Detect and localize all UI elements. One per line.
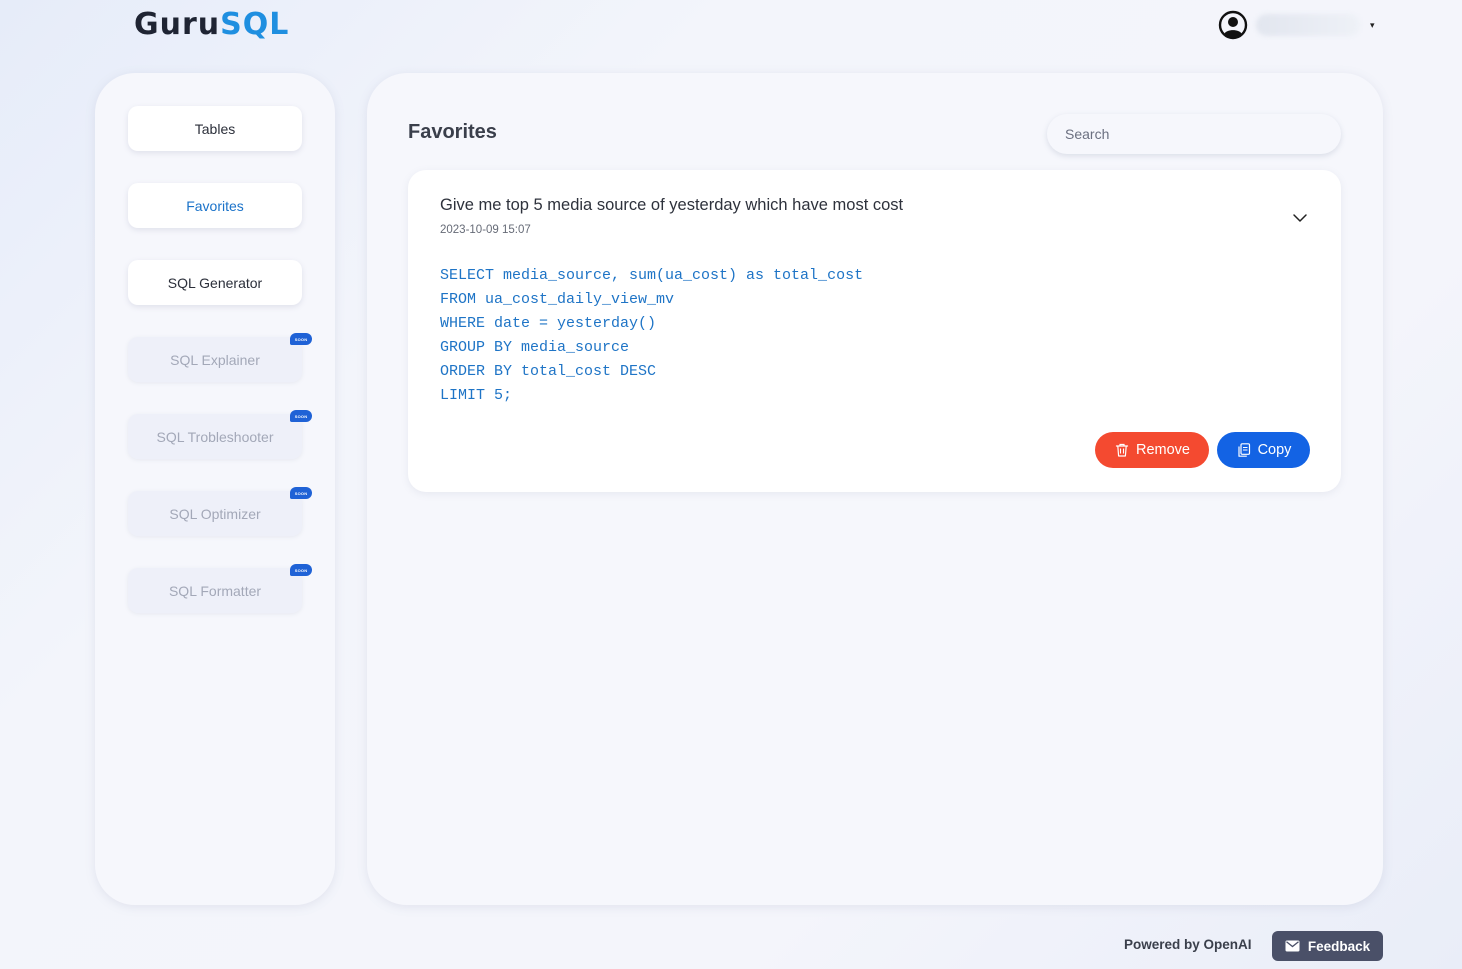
copy-button-label: Copy	[1257, 442, 1292, 458]
mail-icon	[1285, 940, 1300, 952]
user-menu[interactable]: ▾	[1218, 10, 1375, 40]
user-avatar-icon	[1218, 10, 1248, 40]
gurusql-logo[interactable]: GuruSQL	[134, 8, 289, 42]
page-title: Favorites	[408, 121, 497, 143]
logo-text-guru: Guru	[134, 7, 221, 42]
sidebar-item-sql-optimizer: SQL Optimizer SOON	[128, 487, 312, 536]
sidebar-item-tables[interactable]: Tables	[128, 106, 302, 151]
remove-button-label: Remove	[1136, 442, 1190, 458]
trash-icon	[1115, 443, 1129, 457]
sidebar-item-label: SQL Formatter	[168, 582, 262, 599]
sidebar-item-label: SQL Trobleshooter	[156, 428, 274, 445]
sidebar-item-sql-formatter: SQL Formatter SOON	[128, 564, 312, 613]
soon-badge: SOON	[290, 410, 312, 422]
sidebar-item-label: Favorites	[186, 197, 244, 214]
favorite-timestamp: 2023-10-09 15:07	[440, 224, 531, 236]
sidebar-item-sql-generator[interactable]: SQL Generator	[128, 260, 302, 305]
username-blurred	[1256, 14, 1360, 36]
sidebar-item-label: SQL Optimizer	[169, 505, 261, 522]
feedback-button-label: Feedback	[1307, 938, 1371, 954]
soon-badge: SOON	[290, 333, 312, 345]
chevron-down-icon: ▾	[1370, 19, 1375, 30]
copy-icon	[1237, 443, 1250, 457]
remove-button[interactable]: Remove	[1095, 432, 1209, 468]
sidebar-item-label: Tables	[194, 120, 236, 137]
main-panel: Favorites Give me top 5 media source of …	[367, 73, 1383, 905]
soon-badge: SOON	[290, 564, 312, 576]
favorite-question: Give me top 5 media source of yesterday …	[440, 196, 904, 214]
sidebar-item-favorites[interactable]: Favorites	[128, 183, 302, 228]
feedback-button[interactable]: Feedback	[1272, 931, 1383, 961]
sidebar-item-label: SQL Generator	[167, 274, 263, 291]
copy-button[interactable]: Copy	[1217, 432, 1310, 468]
sidebar-item-label: SQL Explainer	[170, 351, 260, 368]
logo-text-sql: SQL	[220, 7, 290, 42]
favorite-card: Give me top 5 media source of yesterday …	[408, 170, 1341, 492]
powered-by-text: Powered by OpenAI	[1124, 937, 1252, 952]
chevron-down-icon[interactable]	[1292, 210, 1308, 226]
search-input[interactable]	[1047, 114, 1341, 154]
sidebar-item-sql-explainer: SQL Explainer SOON	[128, 333, 312, 382]
sidebar-item-sql-trobleshooter: SQL Trobleshooter SOON	[128, 410, 312, 459]
soon-badge: SOON	[290, 487, 312, 499]
sql-code-block: SELECT media_source, sum(ua_cost) as tot…	[440, 267, 864, 404]
sidebar: Tables Favorites SQL Generator SQL Expla…	[95, 73, 335, 905]
